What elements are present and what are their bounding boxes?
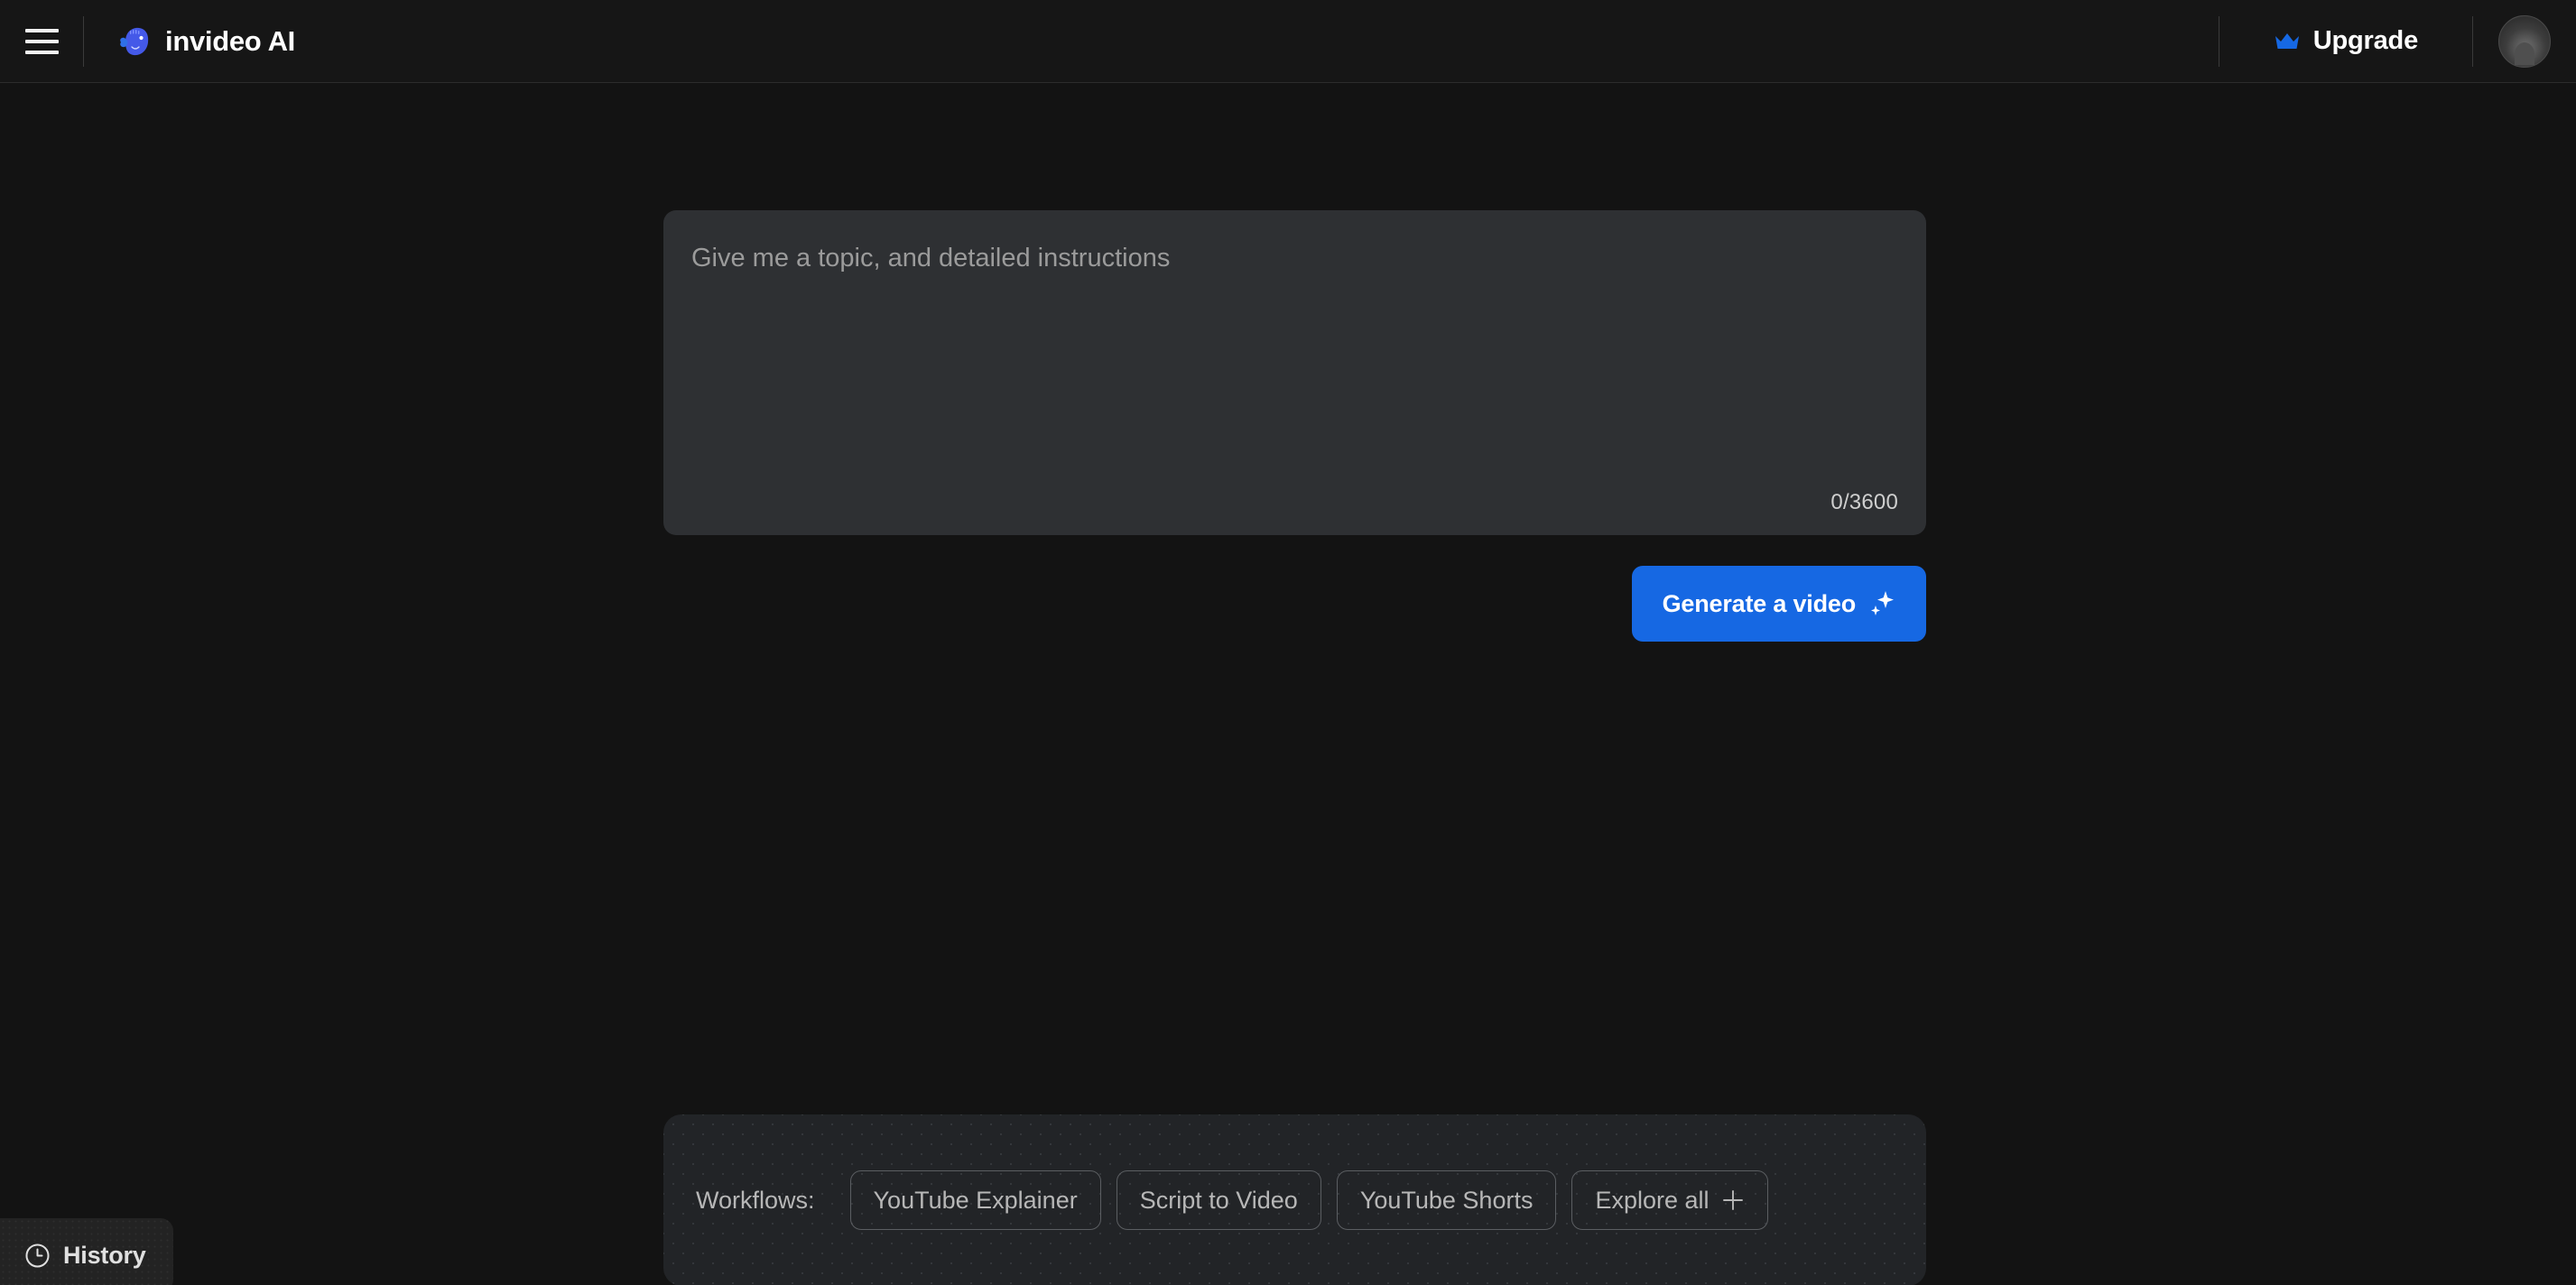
prompt-box[interactable]: 0/3600 <box>663 210 1926 535</box>
sparkle-icon <box>1871 591 1894 615</box>
clock-icon <box>25 1243 50 1267</box>
character-counter: 0/3600 <box>1830 490 1898 514</box>
main-content: 0/3600 Generate a video Workflows: YouTu… <box>0 83 2576 1285</box>
workflow-chip-script-to-video[interactable]: Script to Video <box>1116 1170 1321 1230</box>
app-root: invideo AI Upgrade 0/3600 Generate a vid… <box>0 0 2576 1285</box>
workflows-panel: Workflows: YouTube Explainer Script to V… <box>663 1114 1926 1285</box>
hamburger-line-3 <box>24 50 59 54</box>
upgrade-button[interactable]: Upgrade <box>2219 0 2472 83</box>
workflow-chip-label: YouTube Explainer <box>873 1186 1078 1214</box>
brand-logo-link[interactable]: invideo AI <box>84 24 295 59</box>
workflow-chip-youtube-explainer[interactable]: YouTube Explainer <box>849 1170 1101 1230</box>
plus-icon <box>1722 1190 1743 1210</box>
header-left-group: invideo AI <box>0 0 295 82</box>
invideo-blob-logo-icon <box>120 27 149 55</box>
avatar <box>2498 14 2551 68</box>
history-button[interactable]: History <box>0 1218 173 1285</box>
avatar-button[interactable] <box>2473 0 2576 83</box>
workflows-label: Workflows: <box>696 1186 815 1214</box>
brand-name-label: invideo AI <box>165 24 295 57</box>
generate-video-label: Generate a video <box>1662 589 1857 617</box>
generate-video-button[interactable]: Generate a video <box>1631 566 1926 642</box>
hamburger-line-1 <box>24 28 59 32</box>
workflow-chip-label: YouTube Shorts <box>1359 1186 1534 1214</box>
workflow-chip-explore-all[interactable]: Explore all <box>1571 1170 1768 1230</box>
workflow-chip-youtube-shorts[interactable]: YouTube Shorts <box>1336 1170 1557 1230</box>
crown-icon <box>2275 32 2299 49</box>
prompt-input[interactable] <box>691 240 1892 466</box>
hamburger-line-2 <box>24 39 59 43</box>
upgrade-label: Upgrade <box>2312 26 2418 55</box>
workflow-chip-label: Explore all <box>1595 1186 1710 1214</box>
history-label: History <box>63 1241 146 1269</box>
workflow-chip-list: YouTube Explainer Script to Video YouTub… <box>849 1170 1768 1230</box>
prompt-composer: 0/3600 Generate a video <box>663 210 1926 642</box>
top-header-bar: invideo AI Upgrade <box>0 0 2576 83</box>
workflow-chip-label: Script to Video <box>1139 1186 1298 1214</box>
hamburger-menu-icon[interactable] <box>0 0 83 83</box>
